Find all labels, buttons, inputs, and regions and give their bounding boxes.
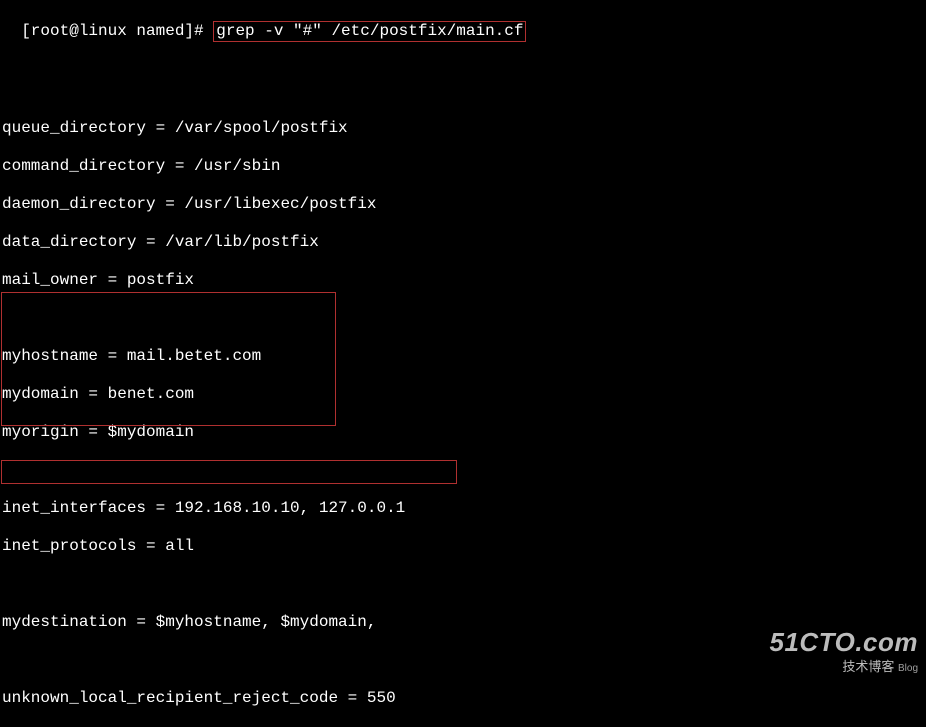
output-line: mydomain = benet.com [2,385,924,404]
watermark-brand: 51CTO.com [769,627,918,658]
watermark: 51CTO.com 技术博客 Blog [769,627,918,675]
blank-line [2,518,924,537]
blank-line [2,366,924,385]
output-line: data_directory = /var/lib/postfix [2,233,924,252]
blank-line [2,252,924,271]
blank-line [2,404,924,423]
blank-line [2,214,924,233]
blank-line [2,594,924,613]
output-line: inet_interfaces = 192.168.10.10, 127.0.0… [2,499,924,518]
output-line: inet_protocols = all [2,537,924,556]
command-text: grep -v "#" /etc/postfix/main.cf [216,22,523,40]
blank-line [2,176,924,195]
output-block: queue_directory = /var/spool/postfix comm… [2,62,924,708]
output-line: myorigin = $mydomain [2,423,924,442]
output-line: unknown_local_recipient_reject_code = 55… [2,689,924,708]
blank-line [2,309,924,328]
blank-line [2,328,924,347]
output-line: daemon_directory = /usr/libexec/postfix [2,195,924,214]
output-line: mail_owner = postfix [2,271,924,290]
blank-line [2,138,924,157]
output-line: command_directory = /usr/sbin [2,157,924,176]
blank-line [2,461,924,480]
output-line: myhostname = mail.betet.com [2,347,924,366]
command-highlight: grep -v "#" /etc/postfix/main.cf [213,21,526,42]
blank-line [2,81,924,100]
shell-prompt: [root@linux named]# [21,22,213,40]
blank-line [2,100,924,119]
blank-line [2,575,924,594]
blank-line [2,480,924,499]
output-line: queue_directory = /var/spool/postfix [2,119,924,138]
blank-line [2,442,924,461]
watermark-sub: 技术博客 Blog [769,656,918,675]
blank-line [2,556,924,575]
terminal-output[interactable]: [root@linux named]# grep -v "#" /etc/pos… [2,2,924,727]
blank-line [2,62,924,81]
blank-line [2,290,924,309]
